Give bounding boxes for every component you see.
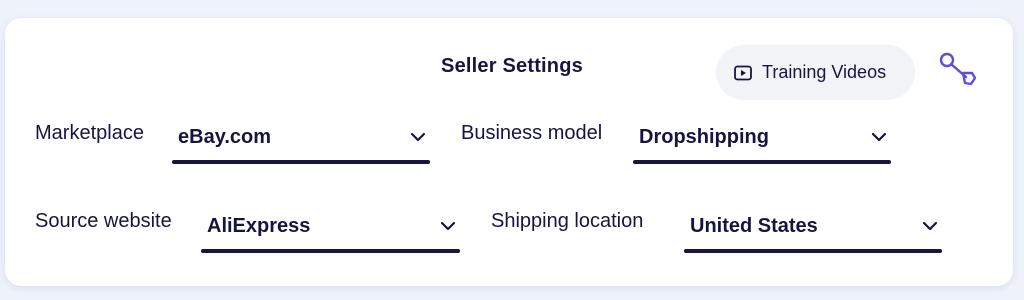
chevron-down-icon xyxy=(440,219,456,231)
shipping-location-underline xyxy=(684,249,942,253)
business-model-underline xyxy=(633,160,891,164)
marketplace-value: eBay.com xyxy=(178,126,272,148)
marketplace-underline xyxy=(172,160,430,164)
source-website-label: Source website xyxy=(35,210,172,232)
business-model-select[interactable]: Dropshipping xyxy=(633,118,891,164)
play-video-icon xyxy=(734,65,752,81)
wrench-icon[interactable] xyxy=(938,51,978,87)
training-videos-button[interactable]: Training Videos xyxy=(716,45,915,100)
source-website-underline xyxy=(201,249,460,253)
chevron-down-icon xyxy=(410,130,426,142)
marketplace-label: Marketplace xyxy=(35,122,144,144)
chevron-down-icon xyxy=(922,219,938,231)
shipping-location-select[interactable]: United States xyxy=(684,207,942,253)
source-website-select[interactable]: AliExpress xyxy=(201,207,460,253)
business-model-label: Business model xyxy=(461,122,603,144)
chevron-down-icon xyxy=(871,130,887,142)
source-website-value: AliExpress xyxy=(207,215,311,237)
shipping-location-label: Shipping location xyxy=(491,210,644,232)
business-model-value: Dropshipping xyxy=(639,126,769,148)
training-videos-label: Training Videos xyxy=(762,62,887,82)
shipping-location-value: United States xyxy=(690,215,818,237)
marketplace-select[interactable]: eBay.com xyxy=(172,118,430,164)
